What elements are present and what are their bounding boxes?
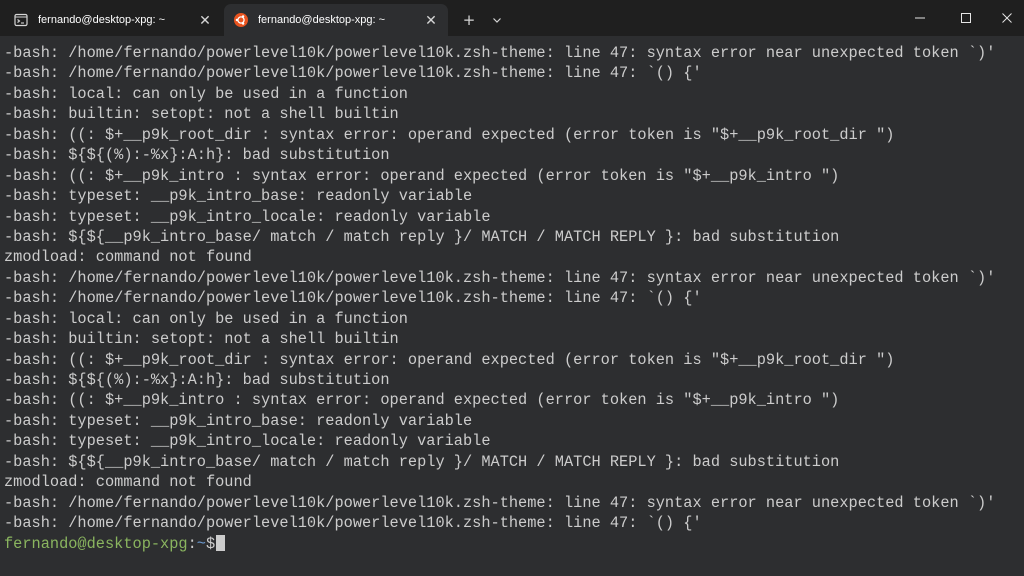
terminal-line: -bash: local: can only be used in a func…	[4, 309, 408, 328]
terminal-line: -bash: /home/fernando/powerlevel10k/powe…	[4, 268, 996, 287]
terminal-line: -bash: /home/fernando/powerlevel10k/powe…	[4, 44, 996, 62]
terminal-line: -bash: typeset: __p9k_intro_locale: read…	[4, 207, 491, 226]
terminal-line: -bash: ((: $+__p9k_intro : syntax error:…	[4, 166, 840, 185]
prompt-path: ~	[196, 534, 206, 553]
terminal-line: -bash: typeset: __p9k_intro_base: readon…	[4, 187, 473, 206]
terminal-line: zmodload: command not found	[4, 473, 252, 492]
tab-2-title: fernando@desktop-xpg: ~	[258, 14, 386, 26]
terminal-line: -bash: typeset: __p9k_intro_locale: read…	[4, 432, 491, 451]
close-window-icon[interactable]	[989, 0, 1024, 36]
terminal-line: -bash: /home/fernando/powerlevel10k/powe…	[4, 64, 702, 83]
minimize-icon[interactable]	[897, 0, 943, 36]
terminal-line: -bash: /home/fernando/powerlevel10k/powe…	[4, 289, 702, 308]
terminal-icon	[14, 13, 28, 27]
tab-1[interactable]: fernando@desktop-xpg: ~ ✕	[4, 4, 222, 36]
tab-1-close-icon[interactable]: ✕	[194, 9, 216, 31]
terminal-line: -bash: ${${(%):-%x}:A:h}: bad substituti…	[4, 371, 390, 389]
new-tab-button[interactable]: +	[455, 4, 483, 36]
terminal-line: -bash: builtin: setopt: not a shell buil…	[4, 105, 399, 124]
terminal-line: -bash: /home/fernando/powerlevel10k/powe…	[4, 514, 702, 533]
prompt-symbol: $	[205, 534, 216, 553]
terminal-line: -bash: ${${(%):-%x}:A:h}: bad substituti…	[4, 146, 390, 165]
title-bar: fernando@desktop-xpg: ~ ✕ fernando@deskt…	[0, 0, 1024, 36]
prompt-separator: :	[187, 534, 197, 553]
tab-1-title: fernando@desktop-xpg: ~	[38, 14, 166, 26]
terminal-line: -bash: ((: $+__p9k_root_dir : syntax err…	[4, 350, 895, 369]
terminal-line: -bash: ((: $+__p9k_intro : syntax error:…	[4, 391, 840, 410]
ubuntu-icon	[234, 13, 248, 27]
terminal-line: -bash: /home/fernando/powerlevel10k/powe…	[4, 493, 996, 512]
tab-2[interactable]: fernando@desktop-xpg: ~ ✕	[224, 4, 448, 36]
maximize-icon[interactable]	[943, 0, 989, 36]
terminal-line: -bash: ((: $+__p9k_root_dir : syntax err…	[4, 125, 895, 144]
terminal-line: zmodload: command not found	[4, 248, 252, 267]
shell-prompt[interactable]: fernando@desktop-xpg:~$	[4, 534, 1024, 554]
tab-2-close-icon[interactable]: ✕	[420, 9, 442, 31]
text-cursor	[216, 534, 226, 551]
terminal-output[interactable]: -bash: /home/fernando/powerlevel10k/powe…	[0, 36, 1024, 576]
terminal-line: -bash: local: can only be used in a func…	[4, 84, 408, 103]
terminal-line: -bash: ${${__p9k_intro_base/ match / mat…	[4, 227, 840, 246]
prompt-user-host: fernando@desktop-xpg	[4, 534, 188, 553]
terminal-line: -bash: typeset: __p9k_intro_base: readon…	[4, 411, 473, 430]
terminal-line: -bash: builtin: setopt: not a shell buil…	[4, 330, 399, 349]
terminal-line: -bash: ${${__p9k_intro_base/ match / mat…	[4, 452, 840, 471]
tab-dropdown-chevron-down-icon[interactable]	[483, 4, 511, 36]
